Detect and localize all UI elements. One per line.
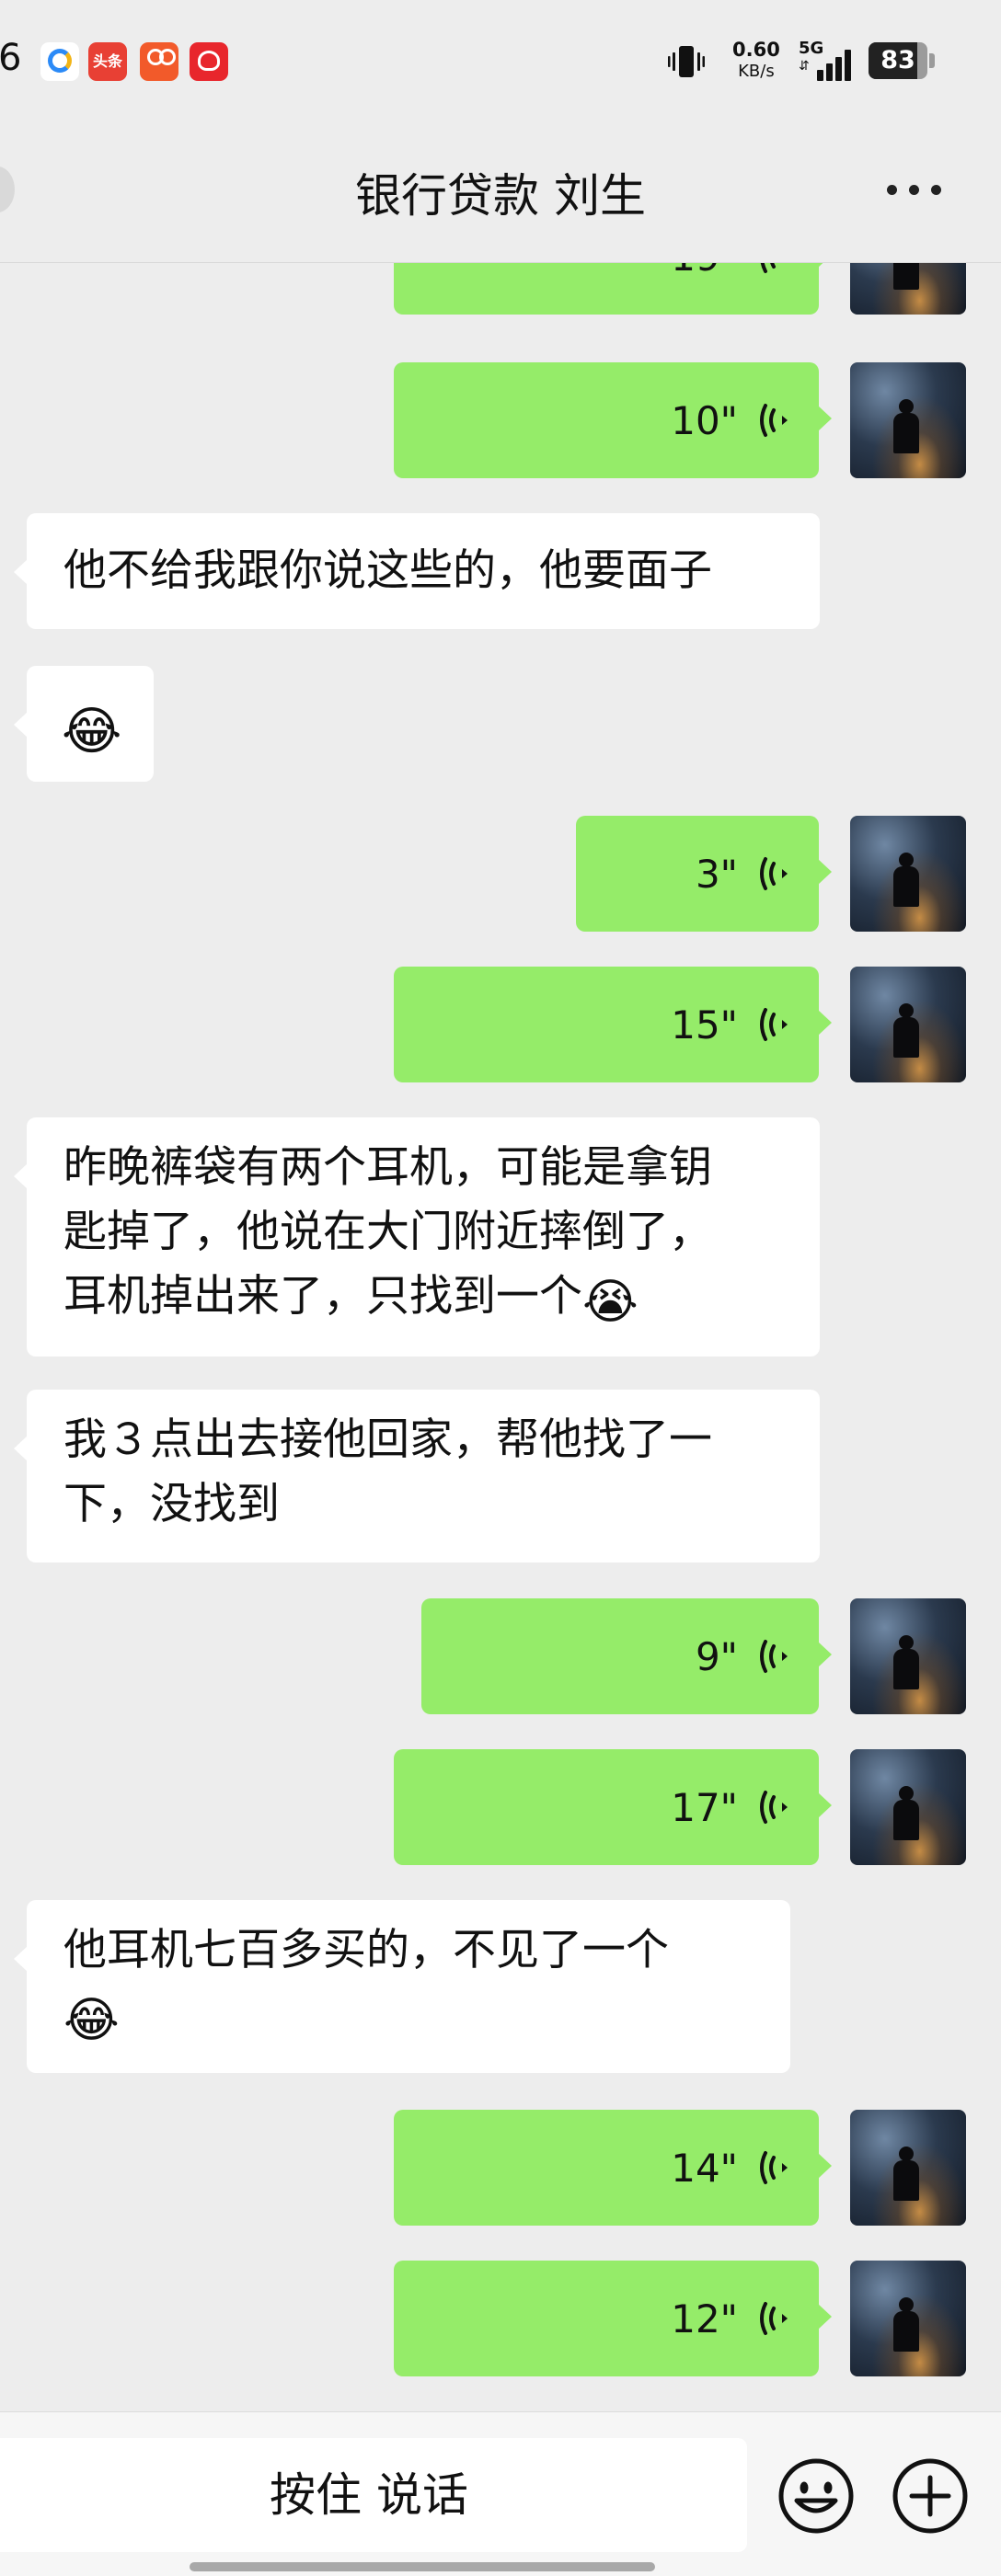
voice-wave-icon xyxy=(760,857,788,890)
voice-duration: 14" xyxy=(671,2145,738,2191)
status-time: 6 xyxy=(0,37,22,79)
my-avatar[interactable] xyxy=(850,2110,966,2226)
my-avatar[interactable] xyxy=(850,967,966,1082)
my-avatar[interactable] xyxy=(850,263,966,315)
my-avatar[interactable] xyxy=(850,2261,966,2376)
text-message[interactable]: 他耳机七百多买的，不见了一个 😂 xyxy=(14,1900,790,2073)
emoji-picker-icon[interactable] xyxy=(777,2456,856,2536)
voice-duration: 19" xyxy=(671,263,738,280)
message-text: 他不给我跟你说这些的，他要面子 xyxy=(63,545,712,596)
message-line: 他耳机七百多买的，不见了一个 xyxy=(63,1925,669,1975)
more-options-icon[interactable] xyxy=(885,185,944,198)
laughing-emoji: 😂 xyxy=(62,702,122,761)
chat-title: 银行贷款 刘生 xyxy=(355,169,646,223)
voice-message[interactable]: 12" xyxy=(394,2261,832,2376)
text-message[interactable]: 昨晚裤袋有两个耳机，可能是拿钥 匙掉了，他说在大门附近摔倒了， 耳机掉出来了，只… xyxy=(14,1117,820,1357)
voice-message[interactable]: 3" xyxy=(576,816,832,932)
voice-duration: 9" xyxy=(695,1633,738,1679)
hold-to-talk-button[interactable]: 按住 说话 xyxy=(0,2438,747,2552)
voice-wave-icon xyxy=(760,263,776,273)
message-line: 😂 xyxy=(63,1983,766,2047)
emoji-message[interactable]: 😂 xyxy=(14,666,154,782)
voice-message[interactable]: 14" xyxy=(394,2110,832,2226)
voice-duration: 12" xyxy=(671,2296,738,2341)
voice-wave-icon xyxy=(760,404,788,437)
voice-duration: 17" xyxy=(671,1784,738,1830)
voice-message[interactable]: 9" xyxy=(421,1598,832,1714)
data-arrows-icon: ⇵ xyxy=(799,59,810,74)
voice-duration: 10" xyxy=(671,397,738,443)
voice-wave-icon xyxy=(760,1008,788,1041)
laughing-emoji: 😂 xyxy=(63,1993,120,2048)
network-speed-value: 0.60 xyxy=(732,39,780,61)
message-line: 耳机掉出来了，只找到一个😭 xyxy=(63,1265,796,1329)
voice-message[interactable]: 19" xyxy=(394,263,832,315)
voice-wave-icon xyxy=(760,2151,788,2184)
kuaishou-icon xyxy=(140,42,178,81)
network-speed-unit: KB/s xyxy=(738,62,775,81)
battery-icon: 83 xyxy=(869,42,935,79)
chat-message-list[interactable]: 19" 10" 他不给我跟你说这些的，他要面子 😂 3" xyxy=(0,263,1001,2411)
my-avatar[interactable] xyxy=(850,816,966,932)
message-line: 匙掉了，他说在大门附近摔倒了， xyxy=(63,1207,712,1257)
voice-message[interactable]: 15" xyxy=(394,967,832,1082)
text-message[interactable]: 我３点出去接他回家，帮他找了一 下，没找到 xyxy=(14,1390,820,1563)
battery-level: 83 xyxy=(880,46,915,74)
message-line-text: 耳机掉出来了，只找到一个 xyxy=(63,1271,582,1322)
message-line: 我３点出去接他回家，帮他找了一 xyxy=(63,1414,712,1465)
input-bar: 按住 说话 xyxy=(0,2411,1001,2576)
my-avatar[interactable] xyxy=(850,362,966,478)
voice-wave-icon xyxy=(760,1791,788,1824)
voice-message[interactable]: 17" xyxy=(394,1749,832,1865)
voice-duration: 3" xyxy=(695,851,738,897)
my-avatar[interactable] xyxy=(850,1749,966,1865)
toutiao-icon: 头条 xyxy=(88,42,127,81)
pinduoduo-icon xyxy=(190,42,228,81)
text-message[interactable]: 他不给我跟你说这些的，他要面子 xyxy=(14,513,820,629)
my-avatar[interactable] xyxy=(850,1598,966,1714)
add-attachment-icon[interactable] xyxy=(891,2456,970,2536)
voice-message[interactable]: 10" xyxy=(394,362,832,478)
chat-header: 银行贷款 刘生 xyxy=(0,124,1001,263)
status-bar: 6 头条 0.60 KB/s 5G ⇵ 83 xyxy=(0,0,1001,124)
voice-wave-icon xyxy=(760,2302,788,2335)
voice-duration: 15" xyxy=(671,1002,738,1048)
home-indicator[interactable] xyxy=(190,2562,655,2571)
message-line: 下，没找到 xyxy=(63,1479,280,1529)
signal-icon xyxy=(813,44,857,81)
voice-wave-icon xyxy=(760,1640,788,1673)
browser-icon xyxy=(40,42,79,81)
vibrate-icon xyxy=(668,46,705,77)
message-line: 昨晚裤袋有两个耳机，可能是拿钥 xyxy=(63,1142,712,1193)
network-speed: 0.60 KB/s xyxy=(732,39,780,83)
crying-laughing-emoji: 😭 xyxy=(582,1275,639,1330)
